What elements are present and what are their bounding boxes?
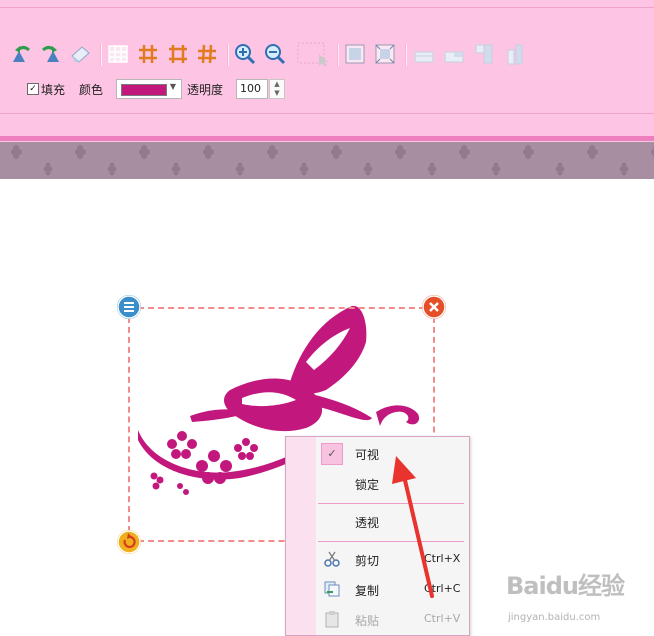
align-top-icon[interactable] xyxy=(472,42,496,66)
toolbar-divider-bottom xyxy=(0,113,654,114)
hash-grid-alt-icon[interactable] xyxy=(195,42,219,66)
pattern-background xyxy=(0,142,654,179)
fit-frame-icon[interactable] xyxy=(343,42,367,66)
toolbar-separator xyxy=(100,44,102,66)
color-label: 颜色 xyxy=(79,83,104,97)
undo-icon[interactable] xyxy=(10,42,34,66)
close-handle-icon[interactable] xyxy=(422,295,446,319)
select-area-icon[interactable] xyxy=(297,42,331,66)
opacity-label: 透明度 xyxy=(187,83,224,97)
menu-item-shortcut: Ctrl+V xyxy=(424,612,461,625)
paste-icon xyxy=(325,611,339,628)
opacity-stepper[interactable]: ▲ ▼ xyxy=(269,79,285,99)
opacity-input[interactable]: 100 xyxy=(236,79,268,99)
menu-handle-icon[interactable] xyxy=(117,295,141,319)
fill-label: 填充 xyxy=(41,83,66,97)
toolbar-separator xyxy=(405,44,407,66)
toolbar-divider-top xyxy=(0,7,654,8)
menu-item-copy[interactable]: 复制 Ctrl+C xyxy=(286,575,469,603)
menu-item-perspective[interactable]: 透视 xyxy=(286,507,469,535)
chevron-down-icon: ▼ xyxy=(169,82,176,91)
color-swatch xyxy=(121,84,167,96)
stepper-down-icon[interactable]: ▼ xyxy=(270,89,284,98)
redo-icon[interactable] xyxy=(38,42,62,66)
menu-item-label: 锁定 xyxy=(355,478,380,492)
watermark: Baidu经验 jingyan.baidu.com xyxy=(506,566,654,636)
menu-separator xyxy=(318,541,464,542)
toolbar-accent-bar xyxy=(0,136,654,141)
scissors-icon xyxy=(324,551,340,567)
fill-checkbox[interactable]: ✓ xyxy=(27,83,39,95)
menu-separator xyxy=(318,503,464,504)
align-bottom-alt-icon[interactable] xyxy=(442,42,466,66)
context-menu: ✓ 可视 锁定 透视 剪切 Ctrl+X 复制 Ctrl+C 粘贴 Ctrl+V xyxy=(285,436,470,636)
toolbar-separator xyxy=(227,44,229,66)
menu-item-label: 复制 xyxy=(355,584,380,598)
menu-item-paste[interactable]: 粘贴 Ctrl+V xyxy=(286,605,469,633)
align-bottom-icon[interactable] xyxy=(412,42,436,66)
copy-icon xyxy=(324,581,340,597)
menu-item-cut[interactable]: 剪切 Ctrl+X xyxy=(286,545,469,573)
menu-item-label: 剪切 xyxy=(355,554,380,568)
pattern-strip xyxy=(0,142,654,179)
menu-item-lock[interactable]: 锁定 xyxy=(286,469,469,497)
menu-item-shortcut: Ctrl+X xyxy=(424,552,461,565)
color-select[interactable]: ▼ xyxy=(116,79,182,99)
menu-item-visible[interactable]: ✓ 可视 xyxy=(286,439,469,467)
frame-grid-icon[interactable] xyxy=(166,42,190,66)
menu-item-label: 粘贴 xyxy=(355,614,380,628)
eraser-icon[interactable] xyxy=(68,42,92,66)
hash-grid-icon[interactable] xyxy=(136,42,160,66)
menu-item-label: 透视 xyxy=(355,516,380,530)
watermark-url: jingyan.baidu.com xyxy=(508,612,601,623)
shrink-frame-icon[interactable] xyxy=(373,42,397,66)
grid-icon[interactable] xyxy=(106,42,130,66)
zoom-in-icon[interactable] xyxy=(233,42,257,66)
stepper-up-icon[interactable]: ▲ xyxy=(270,80,284,89)
watermark-logo: Baidu经验 xyxy=(506,572,625,600)
toolbar: ✓ 填充 颜色 ▼ 透明度 100 ▲ ▼ xyxy=(0,0,654,142)
align-right-icon[interactable] xyxy=(502,42,526,66)
toolbar-separator xyxy=(337,44,339,66)
rotate-handle-icon[interactable] xyxy=(117,530,141,554)
menu-item-label: 可视 xyxy=(355,448,380,462)
check-icon: ✓ xyxy=(321,443,343,465)
menu-item-shortcut: Ctrl+C xyxy=(424,582,461,595)
zoom-out-icon[interactable] xyxy=(263,42,287,66)
